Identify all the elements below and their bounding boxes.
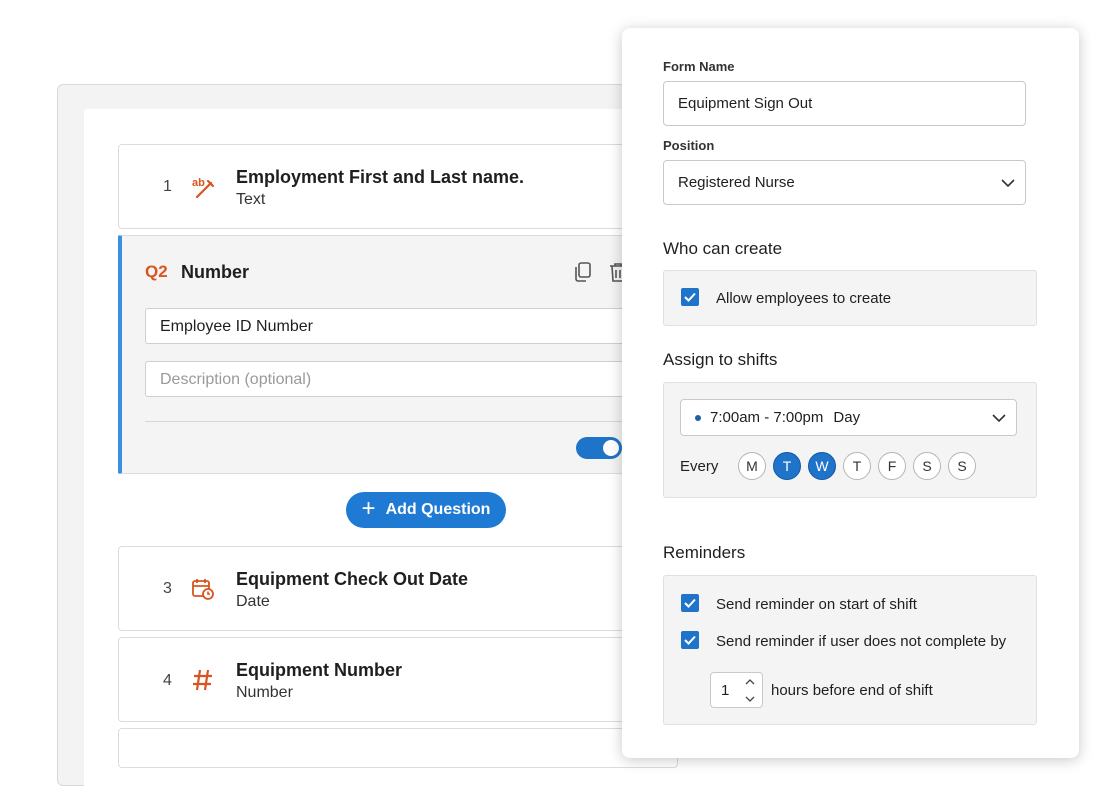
hours-value: 1 xyxy=(721,682,730,699)
required-toggle[interactable] xyxy=(576,437,622,459)
question-text-input[interactable]: Employee ID Number xyxy=(145,308,665,344)
description-input[interactable]: Description (optional) xyxy=(145,361,665,397)
allow-employees-label: Allow employees to create xyxy=(716,290,892,307)
question-card-2-active[interactable]: Q2 Number Employee ID Number Description… xyxy=(118,235,678,474)
reminder-incomplete-checkbox[interactable] xyxy=(681,631,699,649)
divider xyxy=(145,421,665,422)
question-number: 4 xyxy=(163,672,172,689)
hours-suffix-label: hours before end of shift xyxy=(771,682,933,699)
reminders-heading: Reminders xyxy=(663,543,746,562)
question-title: Equipment Number xyxy=(236,660,403,680)
assign-shifts-box: 7:00am - 7:00pm Day Every M T W T F S S xyxy=(663,382,1037,498)
form-settings-panel: Form Name Equipment Sign Out Position Re… xyxy=(622,28,1079,758)
day-friday[interactable]: F xyxy=(878,452,906,480)
shift-name: Day xyxy=(833,409,861,426)
add-question-button[interactable]: + Add Question xyxy=(346,492,506,528)
add-question-label: Add Question xyxy=(385,501,491,518)
day-monday[interactable]: M xyxy=(738,452,766,480)
allow-employees-checkbox[interactable] xyxy=(681,288,699,306)
question-card-5[interactable] xyxy=(118,728,678,768)
hours-stepper[interactable]: 1 xyxy=(710,672,763,708)
form-name-value: Equipment Sign Out xyxy=(678,95,813,112)
text-abc-icon: ab xyxy=(191,175,215,199)
question-title: Employment First and Last name. xyxy=(236,167,525,187)
question-card-3[interactable]: 3 Equipment Check Out Date Date xyxy=(118,546,678,631)
day-tuesday[interactable]: T xyxy=(773,452,801,480)
shift-select[interactable]: 7:00am - 7:00pm Day xyxy=(680,399,1017,436)
who-can-create-box: Allow employees to create xyxy=(663,270,1037,326)
question-number: 1 xyxy=(163,178,172,195)
assign-shifts-heading: Assign to shifts xyxy=(663,350,778,369)
question-type: Number xyxy=(236,684,293,701)
chevron-down-icon xyxy=(1001,179,1015,187)
check-icon xyxy=(684,292,696,302)
check-icon xyxy=(684,598,696,608)
chevron-down-icon[interactable] xyxy=(745,696,755,702)
question-type: Text xyxy=(236,191,266,208)
question-number: 3 xyxy=(163,580,172,597)
reminder-start-label: Send reminder on start of shift xyxy=(716,596,917,613)
day-thursday[interactable]: T xyxy=(843,452,871,480)
every-label: Every xyxy=(680,458,719,475)
position-select[interactable]: Registered Nurse xyxy=(663,160,1026,205)
day-wednesday[interactable]: W xyxy=(808,452,836,480)
hash-icon xyxy=(191,668,215,692)
chevron-up-icon[interactable] xyxy=(745,679,755,685)
position-label: Position xyxy=(663,138,715,153)
chevron-down-icon xyxy=(992,414,1006,422)
question-tag: Q2 xyxy=(145,262,168,281)
day-sunday[interactable]: S xyxy=(948,452,976,480)
day-saturday[interactable]: S xyxy=(913,452,941,480)
plus-icon: + xyxy=(361,495,376,522)
form-name-label: Form Name xyxy=(663,59,735,74)
check-icon xyxy=(684,635,696,645)
reminder-incomplete-label: Send reminder if user does not complete … xyxy=(716,633,1007,650)
svg-text:ab: ab xyxy=(192,177,205,189)
shift-time: 7:00am - 7:00pm xyxy=(710,409,824,426)
question-card-4[interactable]: 4 Equipment Number Number xyxy=(118,637,678,722)
reminders-box: Send reminder on start of shift Send rem… xyxy=(663,575,1037,725)
position-value: Registered Nurse xyxy=(678,174,795,191)
form-name-input[interactable]: Equipment Sign Out xyxy=(663,81,1026,126)
question-type-title: Number xyxy=(181,262,250,282)
reminder-start-checkbox[interactable] xyxy=(681,594,699,612)
copy-icon[interactable] xyxy=(574,262,592,282)
question-type: Date xyxy=(236,593,270,610)
calendar-clock-icon xyxy=(191,577,215,601)
question-card-1[interactable]: 1 ab Employment First and Last name. Tex… xyxy=(118,144,678,229)
toggle-knob xyxy=(603,440,619,456)
shift-dot-icon xyxy=(695,414,701,421)
question-title: Equipment Check Out Date xyxy=(236,569,469,589)
who-can-create-heading: Who can create xyxy=(663,239,783,258)
